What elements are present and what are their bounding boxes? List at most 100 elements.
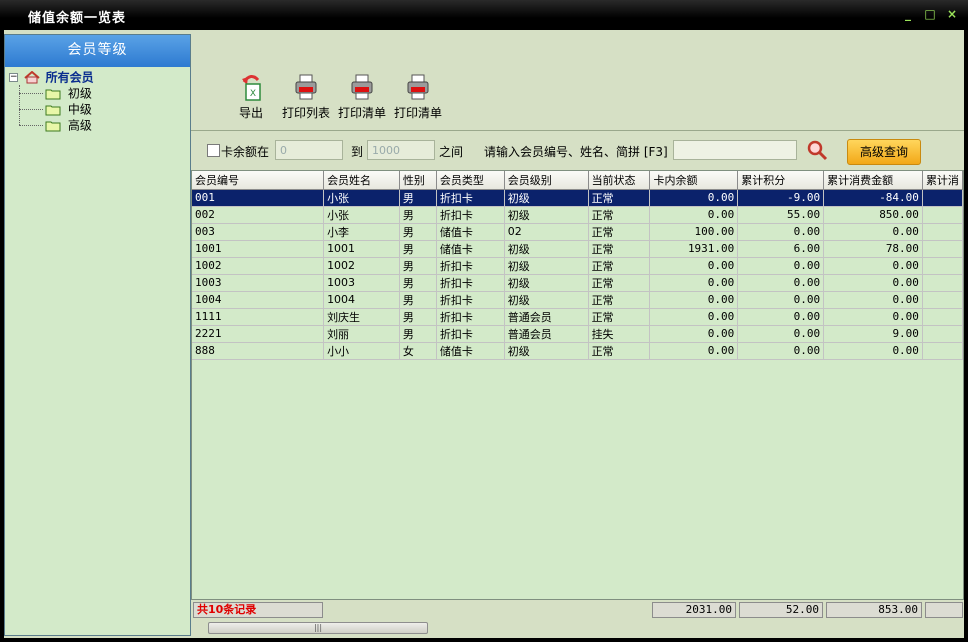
table-cell: 正常: [588, 308, 651, 326]
export-button[interactable]: X 导出: [231, 72, 271, 121]
print-detail-label: 打印清单: [337, 106, 386, 120]
table-cell: 男: [399, 189, 437, 207]
horizontal-scrollbar[interactable]: |||: [191, 620, 964, 636]
between-label: 之间: [439, 145, 464, 159]
table-row[interactable]: 1002 1002 男折扣卡 初级 正常 0.00 0.00 0.00: [192, 257, 963, 275]
table-row[interactable]: 003 小李男储值卡 02 正常 100.00 0.00 0.00: [192, 223, 963, 241]
tree-item-senior[interactable]: 高级: [5, 117, 190, 133]
col-header-member-no[interactable]: 会员编号: [192, 171, 325, 190]
table-cell: 普通会员: [504, 308, 589, 326]
print-detail-button[interactable]: 打印清单: [337, 72, 387, 121]
col-header-points[interactable]: 累计积分: [737, 171, 825, 190]
col-header-status[interactable]: 当前状态: [588, 171, 651, 190]
table-row[interactable]: 002 小张男折扣卡 初级 正常 0.00 55.00 850.00: [192, 206, 963, 224]
table-cell: 小李: [323, 223, 400, 241]
toolbar: X 导出 打印列表 打印清单 打印清单: [191, 34, 964, 131]
summary-bar: 共10条记录 2031.00 52.00 853.00: [191, 600, 964, 620]
table-row[interactable]: 1001 1001 男储值卡 初级 正常 1931.00 6.00 78.00: [192, 240, 963, 258]
table-cell: 储值卡: [436, 223, 505, 241]
tree-item-junior[interactable]: 初级: [5, 85, 190, 101]
table-cell: 0.00: [649, 291, 739, 309]
tree-item-middle[interactable]: 中级: [5, 101, 190, 117]
collapse-icon[interactable]: −: [9, 73, 18, 82]
minimize-icon[interactable]: _: [900, 7, 916, 23]
folder-icon: [45, 89, 61, 99]
search-icon[interactable]: [806, 139, 828, 161]
search-input[interactable]: [673, 140, 797, 160]
col-header-total-spent[interactable]: 累计消费金额: [823, 171, 923, 190]
member-level-panel: 会员等级 − 所有会员 初级 中级 高级: [4, 34, 191, 636]
table-cell: 正常: [588, 223, 651, 241]
table-cell: 78.00: [823, 240, 923, 258]
printer-icon: [351, 74, 373, 100]
table-cell: 普通会员: [504, 325, 589, 343]
col-header-gender[interactable]: 性别: [399, 171, 437, 190]
scroll-thumb[interactable]: |||: [208, 622, 428, 634]
table-cell: 初级: [504, 257, 589, 275]
table-row[interactable]: 1111 刘庆生男折扣卡 普通会员 正常 0.00 0.00 0.00: [192, 308, 963, 326]
col-header-member-level[interactable]: 会员级别: [504, 171, 589, 190]
card-balance-label: 卡余额在: [221, 145, 270, 159]
card-balance-checkbox[interactable]: [207, 144, 220, 157]
table-cell: 刘丽: [323, 325, 400, 343]
total-spent: 853.00: [826, 602, 922, 618]
close-icon[interactable]: ×: [944, 7, 960, 23]
tree-item-label: 中级: [67, 102, 92, 117]
tree-item-label: 初级: [67, 86, 92, 101]
table-cell: 挂失: [588, 325, 651, 343]
table-cell: 1003: [192, 274, 325, 292]
record-count: 共10条记录: [193, 602, 323, 618]
maximize-icon[interactable]: □: [922, 7, 938, 23]
table-cell: 002: [192, 206, 325, 224]
table-cell: 正常: [588, 274, 651, 292]
col-header-balance[interactable]: 卡内余额: [649, 171, 739, 190]
print-detail-button-2[interactable]: 打印清单: [393, 72, 443, 121]
panel-header: 会员等级: [5, 35, 190, 67]
col-header-total-more[interactable]: 累计消: [922, 171, 963, 190]
table-cell: 0.00: [737, 325, 825, 343]
table-cell: 小张: [323, 189, 400, 207]
table-row[interactable]: 1004 1004 男折扣卡 初级 正常 0.00 0.00 0.00: [192, 291, 963, 309]
table-cell: 小张: [323, 206, 400, 224]
table-cell: 1004: [323, 291, 400, 309]
table-header-row: 会员编号 会员姓名 性别 会员类型 会员级别 当前状态 卡内余额 累计积分 累计…: [192, 171, 963, 190]
min-balance-input[interactable]: 0: [275, 140, 343, 160]
table-row[interactable]: 1003 1003 男折扣卡 初级 正常 0.00 0.00 0.00: [192, 274, 963, 292]
table-cell: 0.00: [737, 308, 825, 326]
print-list-button[interactable]: 打印列表: [281, 72, 331, 121]
table-cell: 888: [192, 342, 325, 360]
table-cell: 正常: [588, 189, 651, 207]
table-cell: 1001: [323, 240, 400, 258]
member-table: 会员编号 会员姓名 性别 会员类型 会员级别 当前状态 卡内余额 累计积分 累计…: [192, 171, 963, 360]
table-cell: 1002: [192, 257, 325, 275]
total-points: 52.00: [739, 602, 823, 618]
print-list-label: 打印列表: [281, 106, 330, 120]
table-row[interactable]: 001 小张男折扣卡 初级 正常 0.00 -9.00 -84.00: [192, 189, 963, 207]
table-cell: 储值卡: [436, 342, 505, 360]
max-balance-input[interactable]: 1000: [367, 140, 435, 160]
table-body: 001 小张男折扣卡 初级 正常 0.00 -9.00 -84.00 002 小张男折扣卡 初级正…: [192, 189, 963, 360]
tree-item-all-members[interactable]: − 所有会员: [5, 69, 190, 85]
table-row[interactable]: 888 小小女储值卡 初级 正常 0.00 0.00 0.00: [192, 342, 963, 360]
table-cell: 0.00: [649, 206, 739, 224]
table-cell: 850.00: [823, 206, 923, 224]
table-cell: 正常: [588, 342, 651, 360]
advanced-search-button[interactable]: 高级查询: [847, 139, 921, 165]
table-cell: 0.00: [823, 291, 923, 309]
table-cell: 男: [399, 291, 437, 309]
table-cell: [922, 223, 963, 241]
printer-icon: [295, 74, 317, 100]
table-cell: 折扣卡: [436, 308, 505, 326]
col-header-member-type[interactable]: 会员类型: [436, 171, 505, 190]
table-cell: 1931.00: [649, 240, 739, 258]
table-cell: 0.00: [737, 257, 825, 275]
tree-root-label: 所有会员: [45, 70, 94, 85]
table-cell: [922, 206, 963, 224]
table-cell: 男: [399, 257, 437, 275]
table-cell: 0.00: [823, 257, 923, 275]
table-row[interactable]: 2221 刘丽男折扣卡 普通会员 挂失 0.00 0.00 9.00: [192, 325, 963, 343]
folder-icon: [45, 121, 61, 131]
main-frame: 会员等级 − 所有会员 初级 中级 高级 X 导出 打印列表 打印清单 打印清单…: [4, 30, 964, 638]
table-cell: 0.00: [823, 274, 923, 292]
col-header-member-name[interactable]: 会员姓名: [323, 171, 400, 190]
